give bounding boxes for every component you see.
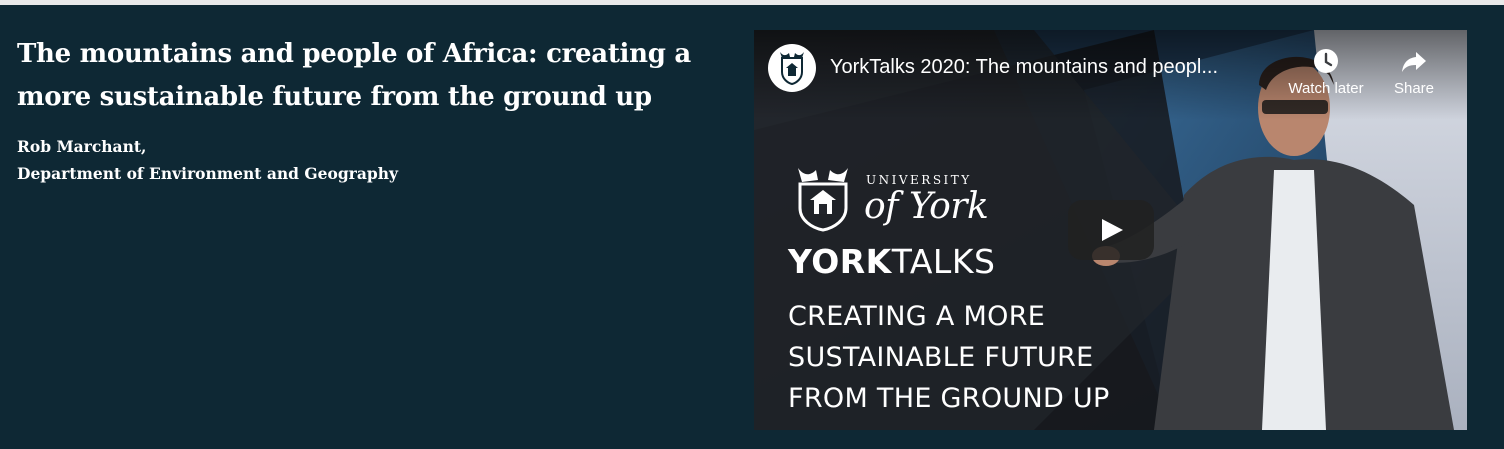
author-name: Rob Marchant, (17, 137, 147, 156)
channel-crest-icon (780, 52, 804, 86)
share-arrow-icon (1402, 52, 1426, 72)
channel-avatar[interactable] (768, 44, 816, 92)
video-player[interactable]: UNIVERSITY of York YORKTALKS CREATING A … (754, 30, 1467, 430)
share-label: Share (1393, 80, 1435, 97)
author-block: Rob Marchant, Department of Environment … (17, 133, 398, 187)
play-button[interactable] (1068, 200, 1154, 260)
yorktalks-bold: YORK (788, 242, 892, 281)
clock-icon (1314, 49, 1338, 73)
video-title-link[interactable]: YorkTalks 2020: The mountains and peopl.… (830, 56, 1270, 79)
share-button[interactable]: Share (1384, 46, 1444, 97)
headline-line: SUSTAINABLE FUTURE (788, 342, 1094, 373)
yorktalks-wordmark: YORKTALKS (788, 242, 995, 281)
headline-line: CREATING A MORE (788, 301, 1046, 332)
watch-later-button[interactable]: Watch later (1280, 46, 1372, 97)
headline-line: FROM THE GROUND UP (788, 383, 1110, 414)
university-wordmark-top: UNIVERSITY (866, 173, 972, 187)
watch-later-label: Watch later (1288, 80, 1364, 97)
page-title: The mountains and people of Africa: crea… (17, 39, 691, 112)
university-wordmark-script: of York (864, 186, 989, 227)
university-crest-icon (798, 168, 848, 232)
yorktalks-light: TALKS (891, 242, 996, 281)
author-department: Department of Environment and Geography (17, 164, 398, 183)
thumbnail-headline: CREATING A MORE SUSTAINABLE FUTURE FROM … (788, 296, 1208, 419)
